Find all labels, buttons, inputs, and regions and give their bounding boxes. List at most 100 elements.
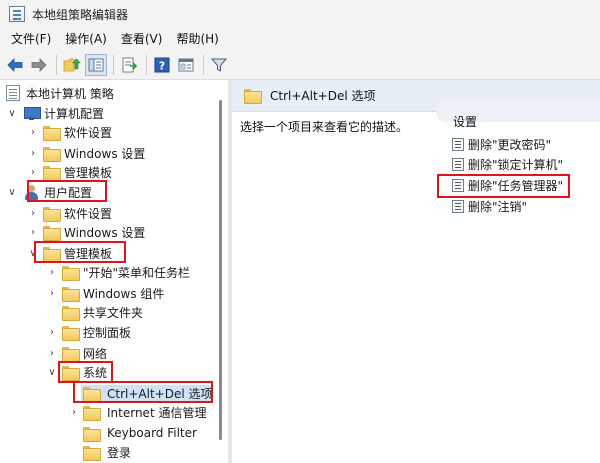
menu-file[interactable]: 文件(F) — [4, 28, 58, 50]
tree-item-label: 软件设置 — [64, 125, 113, 140]
folder-icon — [43, 146, 61, 162]
tree-item-label: Windows 组件 — [83, 286, 165, 301]
tree-item-keyboard-filter[interactable]: Keyboard Filter — [68, 423, 197, 443]
folder-icon — [83, 405, 101, 421]
folder-icon — [244, 89, 262, 104]
filter-icon[interactable] — [208, 54, 230, 76]
help-icon[interactable]: ? — [151, 54, 173, 76]
tree-item-shared-folders[interactable]: 共享文件夹 — [46, 302, 143, 322]
menu-action[interactable]: 操作(A) — [58, 28, 114, 50]
tree-item-computer-config[interactable]: ∨ 计算机配置 — [6, 103, 104, 123]
tree-item-label: 管理模板 — [64, 165, 113, 180]
scrollbar-thumb[interactable] — [219, 100, 222, 440]
toolbar-separator — [203, 54, 204, 75]
highlight-system — [58, 361, 113, 383]
tree-item-logon[interactable]: 登录 — [68, 442, 131, 462]
details-header-title: Ctrl+Alt+Del 选项 — [270, 89, 376, 103]
window-title: 本地组策略编辑器 — [32, 7, 129, 22]
toolbar-separator — [113, 54, 114, 75]
tree-item-label: Windows 设置 — [64, 146, 146, 161]
tree-item-control-panel[interactable]: › 控制面板 — [46, 322, 131, 342]
show-hide-tree-icon[interactable] — [85, 53, 107, 76]
tree-item-uc-software[interactable]: › 软件设置 — [27, 203, 112, 223]
folder-icon — [43, 206, 61, 222]
policy-editor-app-icon — [9, 6, 25, 22]
menu-view[interactable]: 查看(V) — [114, 28, 170, 50]
tree-item-label: Keyboard Filter — [107, 426, 197, 440]
title-bar: 本地组策略编辑器 — [0, 0, 600, 28]
tree-item-label: Windows 设置 — [64, 225, 146, 240]
chevron-down-icon[interactable]: ∨ — [46, 366, 58, 378]
folder-icon — [62, 325, 80, 341]
tree-item-internet-communication[interactable]: › Internet 通信管理 — [68, 402, 206, 422]
setting-label: 删除"注销" — [468, 199, 528, 214]
folder-icon — [62, 286, 80, 302]
folder-icon — [83, 445, 101, 461]
policy-setting-icon — [452, 137, 464, 151]
toolbar-separator — [146, 54, 147, 75]
settings-column-header[interactable]: 设置 — [453, 113, 477, 130]
export-list-icon[interactable] — [118, 54, 140, 76]
chevron-right-icon[interactable]: › — [46, 266, 58, 278]
menu-bar: 文件(F) 操作(A) 查看(V) 帮助(H) — [0, 28, 600, 50]
chevron-right-icon[interactable]: › — [27, 126, 39, 138]
highlight-admin-templates — [34, 241, 126, 263]
setting-remove-logoff[interactable]: 删除"注销" — [452, 196, 527, 216]
folder-icon — [43, 165, 61, 181]
chevron-down-icon[interactable]: ∨ — [6, 186, 18, 198]
chevron-right-icon[interactable]: › — [27, 207, 39, 219]
highlight-remove-task-manager — [437, 174, 570, 198]
setting-remove-change-password[interactable]: 删除"更改密码" — [452, 134, 551, 154]
tree-item-label: 控制面板 — [83, 325, 132, 340]
menu-help[interactable]: 帮助(H) — [169, 28, 225, 50]
tree-scrollbar[interactable] — [214, 82, 226, 463]
tree-item-label: 登录 — [107, 445, 132, 460]
svg-text:?: ? — [159, 59, 165, 72]
tree-item-start-menu[interactable]: › "开始"菜单和任务栏 — [46, 262, 190, 282]
tree-item-label: 软件设置 — [64, 206, 113, 221]
chevron-right-icon[interactable]: › — [27, 226, 39, 238]
tree-item-windows-components[interactable]: › Windows 组件 — [46, 283, 164, 303]
tree-item-label: 网络 — [83, 346, 108, 361]
folder-icon — [83, 426, 101, 442]
tree-item-label: Internet 通信管理 — [107, 405, 207, 420]
details-pane: Ctrl+Alt+Del 选项 选择一个项目来查看它的描述。 设置 删除"更改密… — [232, 80, 600, 463]
description-text: 选择一个项目来查看它的描述。 — [240, 120, 409, 134]
policy-setting-icon — [452, 157, 464, 171]
policy-setting-icon — [452, 199, 464, 213]
tree-item-network[interactable]: › 网络 — [46, 343, 107, 363]
chevron-right-icon[interactable]: › — [68, 406, 80, 418]
forward-arrow-icon[interactable] — [28, 54, 50, 76]
chevron-right-icon[interactable]: › — [46, 326, 58, 338]
tree-item-local-policy[interactable]: 本地计算机 策略 — [6, 83, 114, 103]
chevron-down-icon[interactable]: ∨ — [6, 107, 18, 119]
tree-item-cc-windows[interactable]: › Windows 设置 — [27, 143, 145, 163]
tree-item-cc-admin-templates[interactable]: › 管理模板 — [27, 162, 112, 182]
toolbar-separator — [56, 54, 57, 75]
highlight-ctrl-alt-del — [73, 381, 213, 403]
policy-document-icon — [6, 85, 20, 101]
highlight-user-config — [27, 180, 107, 202]
folder-icon — [43, 225, 61, 241]
tree-item-label: 计算机配置 — [44, 106, 105, 121]
tree-item-label: "开始"菜单和任务栏 — [83, 265, 191, 280]
chevron-right-icon[interactable]: › — [46, 347, 58, 359]
folder-icon — [62, 346, 80, 362]
setting-label: 删除"更改密码" — [468, 137, 552, 152]
folder-icon — [43, 125, 61, 141]
chevron-right-icon[interactable]: › — [46, 287, 58, 299]
up-folder-icon[interactable] — [61, 54, 83, 76]
tree-item-cc-software[interactable]: › 软件设置 — [27, 122, 112, 142]
properties-icon[interactable] — [175, 54, 197, 76]
setting-remove-lock-computer[interactable]: 删除"锁定计算机" — [452, 154, 563, 174]
computer-icon — [24, 106, 41, 120]
tree-item-label: 共享文件夹 — [83, 305, 144, 320]
setting-label: 删除"锁定计算机" — [468, 157, 564, 172]
tree-item-uc-windows[interactable]: › Windows 设置 — [27, 222, 145, 242]
toolbar: ? — [0, 50, 600, 80]
back-arrow-icon[interactable] — [4, 54, 26, 76]
tree-item-label: 本地计算机 策略 — [26, 86, 114, 101]
chevron-right-icon[interactable]: › — [27, 166, 39, 178]
folder-icon — [62, 305, 80, 321]
chevron-right-icon[interactable]: › — [27, 147, 39, 159]
